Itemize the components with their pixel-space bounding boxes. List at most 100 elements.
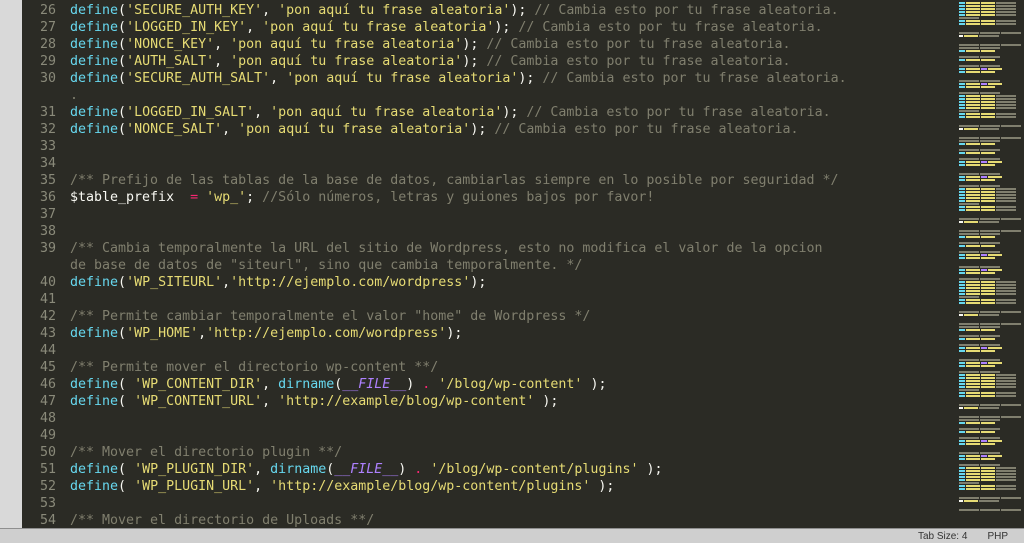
line-number: 49	[22, 427, 70, 444]
code-line[interactable]: 38	[22, 223, 956, 240]
line-number: 28	[22, 36, 70, 53]
code-text[interactable]: define('WP_HOME','http://ejemplo.com/wor…	[70, 325, 956, 342]
code-line[interactable]: 28 define('NONCE_KEY', 'pon aquí tu fras…	[22, 36, 956, 53]
code-line[interactable]: 33	[22, 138, 956, 155]
code-text[interactable]	[70, 495, 956, 512]
line-number: 48	[22, 410, 70, 427]
code-line[interactable]: 39 /** Cambia temporalmente la URL del s…	[22, 240, 956, 257]
code-line[interactable]: 32 define('NONCE_SALT', 'pon aquí tu fra…	[22, 121, 956, 138]
line-number: 26	[22, 2, 70, 19]
code-text[interactable]: define('WP_SITEURL','http://ejemplo.com/…	[70, 274, 956, 291]
code-line[interactable]: 54 /** Mover el directorio de Uploads **…	[22, 512, 956, 528]
code-text[interactable]: /** Permite cambiar temporalmente el val…	[70, 308, 956, 325]
code-text[interactable]: define('SECURE_AUTH_KEY', 'pon aquí tu f…	[70, 2, 956, 19]
line-number: 53	[22, 495, 70, 512]
minimap-content	[957, 0, 1024, 514]
line-number: 38	[22, 223, 70, 240]
code-line[interactable]: 43 define('WP_HOME','http://ejemplo.com/…	[22, 325, 956, 342]
code-line[interactable]: 41	[22, 291, 956, 308]
code-text[interactable]	[70, 410, 956, 427]
line-number: 50	[22, 444, 70, 461]
code-line[interactable]: 40 define('WP_SITEURL','http://ejemplo.c…	[22, 274, 956, 291]
code-line[interactable]: 46 define( 'WP_CONTENT_DIR', dirname(__F…	[22, 376, 956, 393]
line-number: 43	[22, 325, 70, 342]
code-line[interactable]: 52 define( 'WP_PLUGIN_URL', 'http://exam…	[22, 478, 956, 495]
code-line[interactable]: 29 define('AUTH_SALT', 'pon aquí tu fras…	[22, 53, 956, 70]
code-line[interactable]: 27 define('LOGGED_IN_KEY', 'pon aquí tu …	[22, 19, 956, 36]
statusbar-tab-size[interactable]: Tab Size: 4	[908, 531, 977, 542]
code-text[interactable]: define('AUTH_SALT', 'pon aquí tu frase a…	[70, 53, 956, 70]
line-number: 41	[22, 291, 70, 308]
code-line[interactable]: 42 /** Permite cambiar temporalmente el …	[22, 308, 956, 325]
code-line[interactable]: 51 define( 'WP_PLUGIN_DIR', dirname(__FI…	[22, 461, 956, 478]
code-text[interactable]: define('LOGGED_IN_SALT', 'pon aquí tu fr…	[70, 104, 956, 121]
editor-window: 26 define('SECURE_AUTH_KEY', 'pon aquí t…	[0, 0, 1024, 543]
code-text[interactable]: .	[70, 87, 956, 104]
code-text[interactable]	[70, 206, 956, 223]
code-text[interactable]: define('NONCE_KEY', 'pon aquí tu frase a…	[70, 36, 956, 53]
minimap[interactable]	[956, 0, 1024, 528]
code-text[interactable]: define('LOGGED_IN_KEY', 'pon aquí tu fra…	[70, 19, 956, 36]
line-number: 30	[22, 70, 70, 87]
left-gutter-strip	[0, 0, 22, 528]
line-number	[22, 87, 70, 104]
code-line[interactable]: 31 define('LOGGED_IN_SALT', 'pon aquí tu…	[22, 104, 956, 121]
line-number: 42	[22, 308, 70, 325]
line-number: 33	[22, 138, 70, 155]
code-editor[interactable]: 26 define('SECURE_AUTH_KEY', 'pon aquí t…	[22, 0, 956, 528]
line-number: 29	[22, 53, 70, 70]
line-number: 32	[22, 121, 70, 138]
code-text[interactable]	[70, 138, 956, 155]
code-line[interactable]: 45 /** Permite mover el directorio wp-co…	[22, 359, 956, 376]
code-line[interactable]: 36 $table_prefix = 'wp_'; //Sólo números…	[22, 189, 956, 206]
code-line[interactable]: 30 define('SECURE_AUTH_SALT', 'pon aquí …	[22, 70, 956, 87]
line-number: 44	[22, 342, 70, 359]
code-line[interactable]: 49	[22, 427, 956, 444]
code-text[interactable]: de base de datos de "siteurl", sino que …	[70, 257, 956, 274]
code-text[interactable]: define('SECURE_AUTH_SALT', 'pon aquí tu …	[70, 70, 956, 87]
code-text[interactable]: $table_prefix = 'wp_'; //Sólo números, l…	[70, 189, 956, 206]
code-text[interactable]	[70, 427, 956, 444]
code-line[interactable]: de base de datos de "siteurl", sino que …	[22, 257, 956, 274]
line-number: 46	[22, 376, 70, 393]
code-text[interactable]: define( 'WP_PLUGIN_URL', 'http://example…	[70, 478, 956, 495]
code-line[interactable]: 50 /** Mover el directorio plugin **/	[22, 444, 956, 461]
code-text[interactable]: /** Cambia temporalmente la URL del siti…	[70, 240, 956, 257]
line-number: 40	[22, 274, 70, 291]
line-number: 39	[22, 240, 70, 257]
line-number: 52	[22, 478, 70, 495]
line-number: 47	[22, 393, 70, 410]
line-number: 35	[22, 172, 70, 189]
code-area[interactable]: 26 define('SECURE_AUTH_KEY', 'pon aquí t…	[22, 0, 956, 528]
code-text[interactable]: define( 'WP_PLUGIN_DIR', dirname(__FILE_…	[70, 461, 956, 478]
code-line[interactable]: 47 define( 'WP_CONTENT_URL', 'http://exa…	[22, 393, 956, 410]
code-text[interactable]	[70, 291, 956, 308]
line-number: 31	[22, 104, 70, 121]
line-number: 27	[22, 19, 70, 36]
code-line[interactable]: 35 /** Prefijo de las tablas de la base …	[22, 172, 956, 189]
code-text[interactable]: /** Permite mover el directorio wp-conte…	[70, 359, 956, 376]
code-text[interactable]: define( 'WP_CONTENT_DIR', dirname(__FILE…	[70, 376, 956, 393]
code-text[interactable]: define('NONCE_SALT', 'pon aquí tu frase …	[70, 121, 956, 138]
code-line[interactable]: 53	[22, 495, 956, 512]
main-area: 26 define('SECURE_AUTH_KEY', 'pon aquí t…	[0, 0, 1024, 528]
code-text[interactable]	[70, 223, 956, 240]
line-number: 54	[22, 512, 70, 528]
code-line[interactable]: 37	[22, 206, 956, 223]
line-number: 34	[22, 155, 70, 172]
code-text[interactable]: /** Prefijo de las tablas de la base de …	[70, 172, 956, 189]
code-line[interactable]: .	[22, 87, 956, 104]
line-number: 37	[22, 206, 70, 223]
line-number: 45	[22, 359, 70, 376]
code-text[interactable]: /** Mover el directorio de Uploads **/	[70, 512, 956, 528]
code-text[interactable]	[70, 155, 956, 172]
code-text[interactable]	[70, 342, 956, 359]
code-line[interactable]: 26 define('SECURE_AUTH_KEY', 'pon aquí t…	[22, 2, 956, 19]
line-number	[22, 257, 70, 274]
code-line[interactable]: 34	[22, 155, 956, 172]
code-line[interactable]: 44	[22, 342, 956, 359]
statusbar-syntax[interactable]: PHP	[977, 531, 1018, 542]
code-text[interactable]: define( 'WP_CONTENT_URL', 'http://exampl…	[70, 393, 956, 410]
code-text[interactable]: /** Mover el directorio plugin **/	[70, 444, 956, 461]
code-line[interactable]: 48	[22, 410, 956, 427]
